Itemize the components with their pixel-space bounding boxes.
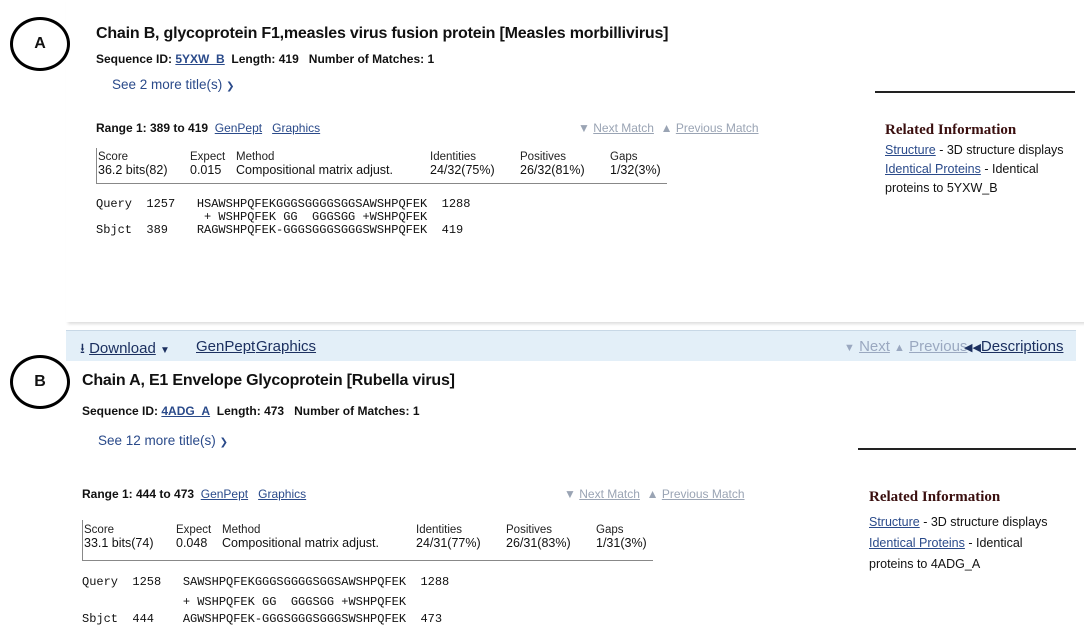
next-match-link[interactable]: Next Match (593, 121, 654, 135)
triangle-up-icon: ▲ (660, 121, 673, 135)
toolbar-next-link[interactable]: ▼ Next (844, 338, 890, 355)
graphics-link[interactable]: Graphics (258, 487, 306, 501)
toolbar-genpept-link[interactable]: GenPept (196, 338, 255, 355)
identical-proteins-link[interactable]: Identical Proteins (885, 162, 981, 176)
previous-match-link[interactable]: Previous Match (676, 121, 759, 135)
triangle-up-icon: ▲ (646, 487, 659, 501)
alignment-sbjct: Sbjct 444 AGWSHPQFEK-GGGSGGGSGGGSWSHPQFE… (82, 612, 443, 626)
see-more-titles[interactable]: See 12 more title(s) ❯ (98, 433, 228, 448)
related-divider (858, 448, 1076, 450)
graphics-link[interactable]: Graphics (272, 121, 320, 135)
stats-table: Score Expect Method Identities Positives… (84, 524, 647, 550)
toolbar-previous-link[interactable]: ▲ Previous (894, 338, 967, 355)
alignment-midline: + WSHPQFEK GG GGGSGG +WSHPQFEK (96, 210, 428, 224)
triangle-down-icon: ▼ (844, 342, 855, 354)
range-row: Range 1: 444 to 473 GenPept Graphics (82, 487, 306, 501)
result-title: Chain A, E1 Envelope Glycoprotein [Rubel… (82, 372, 455, 389)
sequence-id-link[interactable]: 5YXW_B (175, 52, 224, 66)
download-icon: ⭳ (80, 340, 85, 356)
range-label: Range 1: 389 to 419 (96, 121, 209, 135)
see-more-titles[interactable]: See 2 more title(s) ❯ (112, 77, 234, 92)
result-title: Chain B, glycoprotein F1,measles virus f… (96, 25, 669, 42)
triangle-up-icon: ▲ (894, 342, 905, 354)
related-title: Related Information (869, 489, 1001, 505)
panel-marker-b: B (10, 355, 70, 409)
sequence-meta: Sequence ID: 4ADG_A Length: 473 Number o… (82, 404, 420, 418)
alignment-midline: + WSHPQFEK GG GGGSGG +WSHPQFEK (82, 595, 407, 609)
range-label: Range 1: 444 to 473 (82, 487, 195, 501)
stats-table: Score Expect Method Identities Positives… (98, 151, 661, 177)
download-button[interactable]: ⭳ Download ▼ (80, 338, 170, 362)
chevron-down-icon: ❯ (226, 81, 235, 92)
genpept-link[interactable]: GenPept (201, 487, 248, 501)
identical-proteins-link[interactable]: Identical Proteins (869, 536, 965, 550)
alignment-query: Query 1257 HSAWSHPQFEKGGGSGGGGSGGSAWSHPQ… (96, 197, 471, 211)
double-left-arrow-icon: ◀◀ (964, 342, 981, 354)
related-info: Structure - 3D structure displays Identi… (885, 143, 1064, 195)
related-divider (875, 91, 1075, 93)
related-info: Structure - 3D structure displays Identi… (869, 515, 1048, 571)
panel-marker-a: A (10, 17, 70, 71)
match-nav: ▼ Next Match ▲ Previous Match (578, 121, 759, 135)
related-title: Related Information (885, 122, 1017, 138)
toolbar-graphics-link[interactable]: Graphics (256, 338, 316, 355)
result-toolbar: ⭳ Download ▼ GenPept Graphics ▼ Next ▲ P… (66, 330, 1076, 361)
structure-link[interactable]: Structure (869, 515, 920, 529)
match-nav: ▼ Next Match ▲ Previous Match (564, 487, 745, 501)
genpept-link[interactable]: GenPept (215, 121, 262, 135)
triangle-down-icon: ▼ (578, 121, 590, 135)
alignment-query: Query 1258 SAWSHPQFEKGGGSGGGGSGGSAWSHPQF… (82, 575, 450, 589)
triangle-down-icon: ▼ (564, 487, 576, 501)
previous-match-link[interactable]: Previous Match (662, 487, 745, 501)
chevron-down-icon: ▼ (159, 345, 170, 356)
structure-link[interactable]: Structure (885, 143, 936, 157)
sequence-id-link[interactable]: 4ADG_A (161, 404, 210, 418)
next-match-link[interactable]: Next Match (579, 487, 640, 501)
chevron-down-icon: ❯ (219, 437, 228, 448)
range-row: Range 1: 389 to 419 GenPept Graphics (96, 121, 320, 135)
alignment-sbjct: Sbjct 389 RAGWSHPQFEK-GGGSGGGSGGGSWSHPQF… (96, 223, 464, 237)
toolbar-descriptions-link[interactable]: ◀◀Descriptions (964, 338, 1063, 355)
sequence-meta: Sequence ID: 5YXW_B Length: 419 Number o… (96, 52, 435, 66)
